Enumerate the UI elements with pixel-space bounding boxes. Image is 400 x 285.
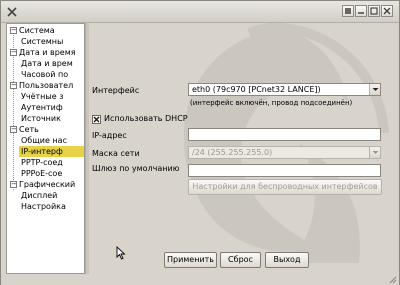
chevron-down-icon — [369, 147, 380, 158]
module-tree[interactable]: − Система Системны − Дата и время Дата и… — [6, 23, 85, 274]
tree-item-pptp[interactable]: PPTP-соед — [21, 157, 63, 168]
tree-item-graphics[interactable]: Графический — [19, 179, 75, 190]
ip-interfaces-panel: Интерфейс eth0 (79c970 [PCnet32 LANCE]) … — [89, 23, 398, 274]
expander-icon[interactable]: − — [10, 126, 17, 133]
tree-item-network[interactable]: Сеть — [19, 124, 39, 135]
tree-item-pppoe[interactable]: PPPoE-сое — [21, 168, 62, 179]
wireless-settings-button[interactable]: Настройки для беспроводных интерфейсов — [188, 179, 382, 195]
tree-item-datetime-set[interactable]: Дата и врем — [21, 58, 73, 69]
tree-item-display[interactable]: Дисплей — [21, 190, 57, 201]
tree-item-setup[interactable]: Настройка — [21, 201, 66, 212]
tree-item-general-settings[interactable]: Общие нас — [21, 135, 67, 146]
mouse-cursor-icon — [116, 246, 126, 260]
alterator-window: − Система Системны − Дата и время Дата и… — [0, 0, 400, 285]
expander-icon[interactable]: − — [10, 82, 17, 89]
interface-select[interactable]: eth0 (79c970 [PCnet32 LANCE]) — [188, 83, 381, 96]
interface-select-value: eth0 (79c970 [PCnet32 LANCE]) — [192, 85, 321, 94]
tree-guide-line — [13, 33, 14, 190]
close-icon — [383, 7, 391, 15]
netmask-select-value: /24 (255.255.255.0) — [192, 148, 273, 157]
gateway-label: Шлюз по умолчанию — [92, 164, 180, 173]
check-icon — [93, 116, 100, 123]
status-bar — [1, 274, 399, 285]
tree-item-ip-interfaces[interactable]: IP-интерф — [19, 146, 84, 157]
tree-item-auth[interactable]: Аутентиф — [21, 102, 63, 113]
minimize-button[interactable] — [355, 5, 367, 17]
title-bar[interactable] — [1, 1, 399, 23]
app-icon — [7, 7, 17, 17]
minimize-icon — [358, 12, 364, 14]
tree-item-system-info[interactable]: Системны — [21, 36, 63, 47]
tree-item-timezone[interactable]: Часовой по — [21, 69, 68, 80]
tree-item-accounts[interactable]: Учётные з — [21, 91, 63, 102]
ip-address-input[interactable] — [188, 128, 381, 141]
netmask-label: Маска сети — [92, 149, 140, 158]
gateway-input[interactable] — [188, 164, 381, 177]
resize-grip-icon[interactable] — [388, 275, 397, 284]
expander-icon[interactable]: − — [10, 49, 17, 56]
expander-icon[interactable]: − — [10, 181, 17, 188]
dhcp-label: Использовать DHCP — [104, 114, 188, 123]
close-button[interactable] — [381, 5, 393, 17]
ip-address-label: IP-адрес — [92, 131, 127, 140]
reset-button[interactable]: Сброс — [220, 252, 261, 268]
help-button[interactable] — [342, 5, 354, 17]
exit-button[interactable]: Выход — [265, 252, 309, 268]
tree-item-datetime[interactable]: Дата и время — [19, 47, 76, 58]
apply-button[interactable]: Применить — [164, 252, 217, 268]
maximize-button[interactable] — [368, 5, 380, 17]
maximize-icon — [370, 7, 378, 15]
dhcp-checkbox[interactable] — [92, 115, 101, 124]
interface-label: Интерфейс — [92, 86, 140, 95]
tree-item-source[interactable]: Источник — [21, 113, 61, 124]
netmask-select[interactable]: /24 (255.255.255.0) — [188, 146, 381, 159]
chevron-down-icon — [369, 84, 380, 95]
tree-item-system[interactable]: Система — [19, 25, 55, 36]
expander-icon[interactable]: − — [10, 27, 17, 34]
interface-status-hint: (интерфейс включён, провод подсоединён) — [190, 99, 353, 107]
help-icon — [345, 8, 351, 14]
tree-item-users[interactable]: Пользовател — [19, 80, 73, 91]
